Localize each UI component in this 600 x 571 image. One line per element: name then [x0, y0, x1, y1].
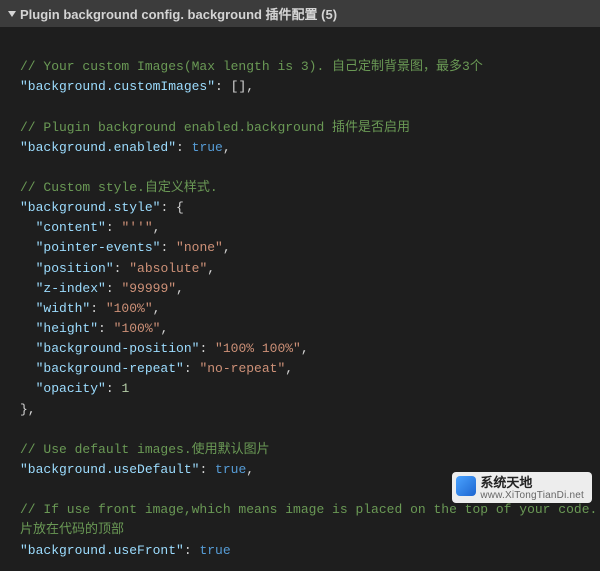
comment-text: 片放在代码的顶部	[20, 522, 124, 537]
section-title: Plugin background config. background 插件配…	[20, 4, 337, 23]
style-value: "100% 100%"	[215, 341, 301, 356]
style-key: "width"	[36, 301, 91, 316]
setting-key: "background.enabled"	[20, 140, 176, 155]
style-value: "99999"	[121, 281, 176, 296]
comment-text: // If use front image,which means image …	[20, 502, 600, 517]
comment-text: // Custom style.自定义样式.	[20, 180, 218, 195]
style-value: "''"	[121, 220, 152, 235]
setting-value: []	[231, 79, 247, 94]
watermark-badge: 系统天地 www.XiTongTianDi.net	[452, 472, 592, 503]
style-key: "position"	[36, 261, 114, 276]
style-key: "content"	[36, 220, 106, 235]
style-key: "height"	[36, 321, 98, 336]
style-value: "absolute"	[129, 261, 207, 276]
setting-key: "background.useDefault"	[20, 462, 199, 477]
watermark-title: 系统天地	[480, 476, 584, 490]
style-value: "none"	[176, 240, 223, 255]
setting-value: true	[192, 140, 223, 155]
setting-value: true	[199, 543, 230, 558]
comment-text: // Your custom Images(Max length is 3). …	[20, 59, 483, 74]
style-value: "no-repeat"	[199, 361, 285, 376]
style-key: "pointer-events"	[36, 240, 161, 255]
setting-key: "background.customImages"	[20, 79, 215, 94]
watermark-logo-icon	[456, 476, 476, 496]
setting-key: "background.style"	[20, 200, 160, 215]
style-value: "100%"	[114, 321, 161, 336]
style-key: "z-index"	[36, 281, 106, 296]
style-value: "100%"	[106, 301, 153, 316]
watermark-url: www.XiTongTianDi.net	[480, 490, 584, 501]
section-header[interactable]: Plugin background config. background 插件配…	[0, 0, 600, 27]
style-value: 1	[121, 381, 129, 396]
setting-key: "background.useFront"	[20, 543, 184, 558]
style-key: "background-repeat"	[36, 361, 184, 376]
comment-text: // Use default images.使用默认图片	[20, 442, 270, 457]
chevron-down-icon	[8, 11, 16, 17]
setting-value: true	[215, 462, 246, 477]
style-key: "opacity"	[36, 381, 106, 396]
comment-text: // Plugin background enabled.background …	[20, 120, 410, 135]
style-key: "background-position"	[36, 341, 200, 356]
